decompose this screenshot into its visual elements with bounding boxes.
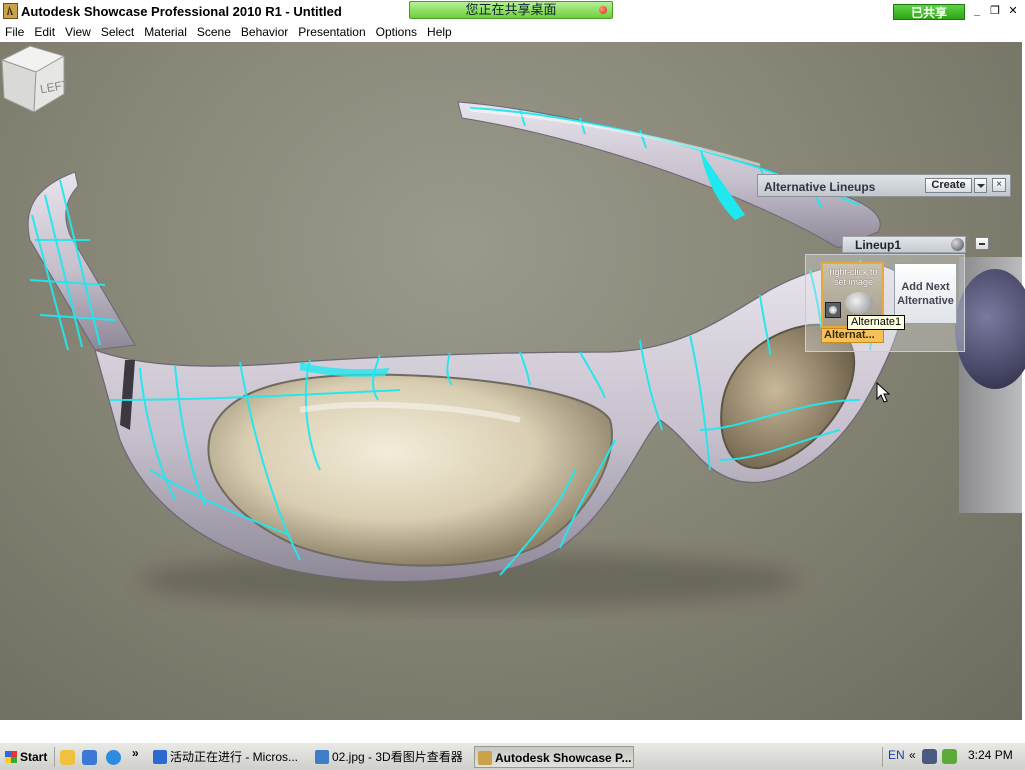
close-button[interactable]: ✕ [1005, 4, 1021, 18]
alternative-label[interactable]: Alternat... [821, 328, 884, 343]
quick-launch-chevron[interactable]: » [132, 746, 139, 760]
taskbar-separator [54, 747, 55, 767]
task-label: 02.jpg - 3D看图片查看器 [332, 750, 463, 764]
view-cube[interactable]: LEFT [0, 42, 70, 114]
restore-button[interactable]: ❐ [987, 4, 1003, 18]
task-label: 活动正在进行 - Micros... [170, 750, 298, 764]
status-strip [0, 720, 1025, 742]
task-button-image-viewer[interactable]: 02.jpg - 3D看图片查看器 [312, 746, 470, 768]
menu-view[interactable]: View [60, 22, 96, 42]
desktop-sharing-banner[interactable]: 您正在共享桌面 [409, 1, 613, 19]
lineup-globe-icon[interactable] [951, 238, 964, 251]
menu-presentation[interactable]: Presentation [293, 22, 370, 42]
share-banner-text: 您正在共享桌面 [465, 2, 557, 17]
menu-file[interactable]: File [0, 22, 29, 42]
alternative-preview-image [845, 292, 873, 314]
nvidia-icon[interactable] [942, 749, 957, 764]
quick-launch-outlook-icon[interactable] [60, 750, 75, 765]
lineup-name: Lineup1 [855, 238, 902, 252]
clock[interactable]: 3:24 PM [968, 748, 1013, 762]
panel-close-button[interactable]: × [992, 178, 1006, 192]
showcase-icon [478, 751, 492, 765]
alternative-hint: right-click to set image [829, 267, 878, 287]
ie-icon [153, 750, 167, 764]
alternative-tooltip: Alternate1 [847, 315, 906, 330]
lineup-header[interactable]: Lineup1 [842, 236, 966, 253]
shared-status-badge[interactable]: 已共享 [893, 4, 965, 20]
task-button-showcase[interactable]: Autodesk Showcase P... [474, 746, 634, 768]
sunglasses-model[interactable] [0, 42, 1022, 720]
stop-sharing-icon[interactable] [599, 6, 607, 14]
quick-launch-desktop-icon[interactable] [82, 750, 97, 765]
lineup-collapse-button[interactable] [975, 237, 989, 250]
menu-options[interactable]: Options [371, 22, 422, 42]
alternative-lineups-panel: Alternative Lineups Create × [757, 174, 1011, 197]
create-dropdown-icon[interactable] [974, 178, 987, 193]
menu-select[interactable]: Select [96, 22, 139, 42]
language-indicator[interactable]: EN [888, 748, 905, 762]
menu-behavior[interactable]: Behavior [236, 22, 293, 42]
menu-bar: File Edit View Select Material Scene Beh… [0, 22, 1025, 42]
menu-edit[interactable]: Edit [29, 22, 60, 42]
menu-scene[interactable]: Scene [192, 22, 236, 42]
create-button[interactable]: Create [925, 178, 972, 193]
network-icon[interactable] [922, 749, 937, 764]
image-viewer-icon [315, 750, 329, 764]
task-button-meeting[interactable]: 活动正在进行 - Micros... [150, 746, 306, 768]
start-label: Start [20, 750, 48, 764]
start-button[interactable]: Start [2, 746, 52, 768]
title-bar: Autodesk Showcase Professional 2010 R1 -… [0, 0, 1025, 22]
menu-material[interactable]: Material [139, 22, 192, 42]
secondary-view-pane [955, 257, 1025, 513]
minimize-button[interactable]: _ [969, 4, 985, 18]
tray-separator [882, 747, 883, 767]
windows-logo-icon [5, 751, 17, 763]
tray-expand-chevron[interactable]: « [909, 748, 916, 762]
menu-help[interactable]: Help [422, 22, 457, 42]
panel-title: Alternative Lineups [764, 180, 876, 194]
alternative-camera-icon[interactable] [825, 302, 841, 318]
window-title: Autodesk Showcase Professional 2010 R1 -… [21, 4, 342, 19]
3d-viewport[interactable]: LEFT [0, 42, 1022, 720]
showcase-app-icon[interactable] [3, 3, 18, 19]
mouse-cursor-icon [876, 382, 890, 403]
quick-launch-ie-icon[interactable] [106, 750, 121, 765]
task-label: Autodesk Showcase P... [495, 751, 632, 765]
taskbar: Start » 活动正在进行 - Micros... 02.jpg - 3D看图… [0, 742, 1025, 770]
